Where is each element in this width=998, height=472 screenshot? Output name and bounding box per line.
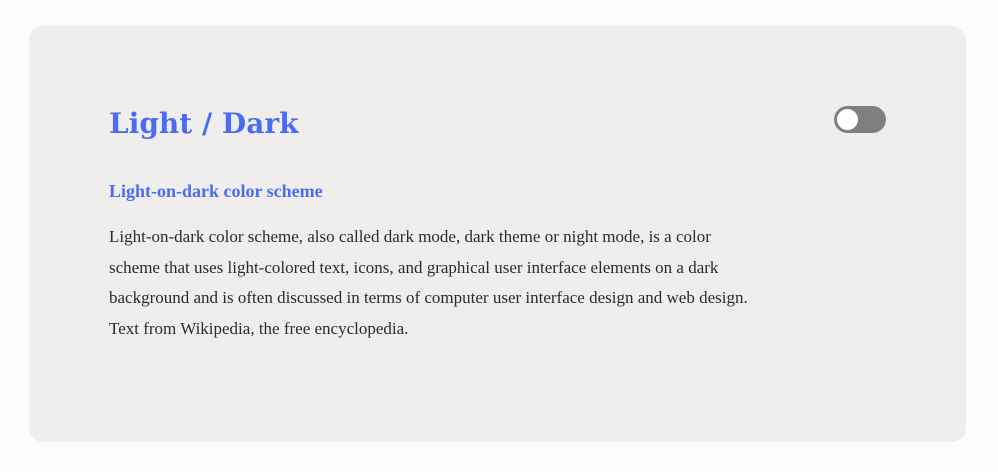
- card-subtitle: Light-on-dark color scheme: [109, 181, 323, 201]
- card-paragraph: Light-on-dark color scheme, also called …: [109, 227, 748, 338]
- theme-card: Light / Dark Light-on-dark color scheme …: [29, 26, 966, 442]
- toggle-knob: [837, 109, 858, 130]
- dark-mode-toggle[interactable]: [834, 106, 886, 133]
- card-title: Light / Dark: [109, 107, 299, 140]
